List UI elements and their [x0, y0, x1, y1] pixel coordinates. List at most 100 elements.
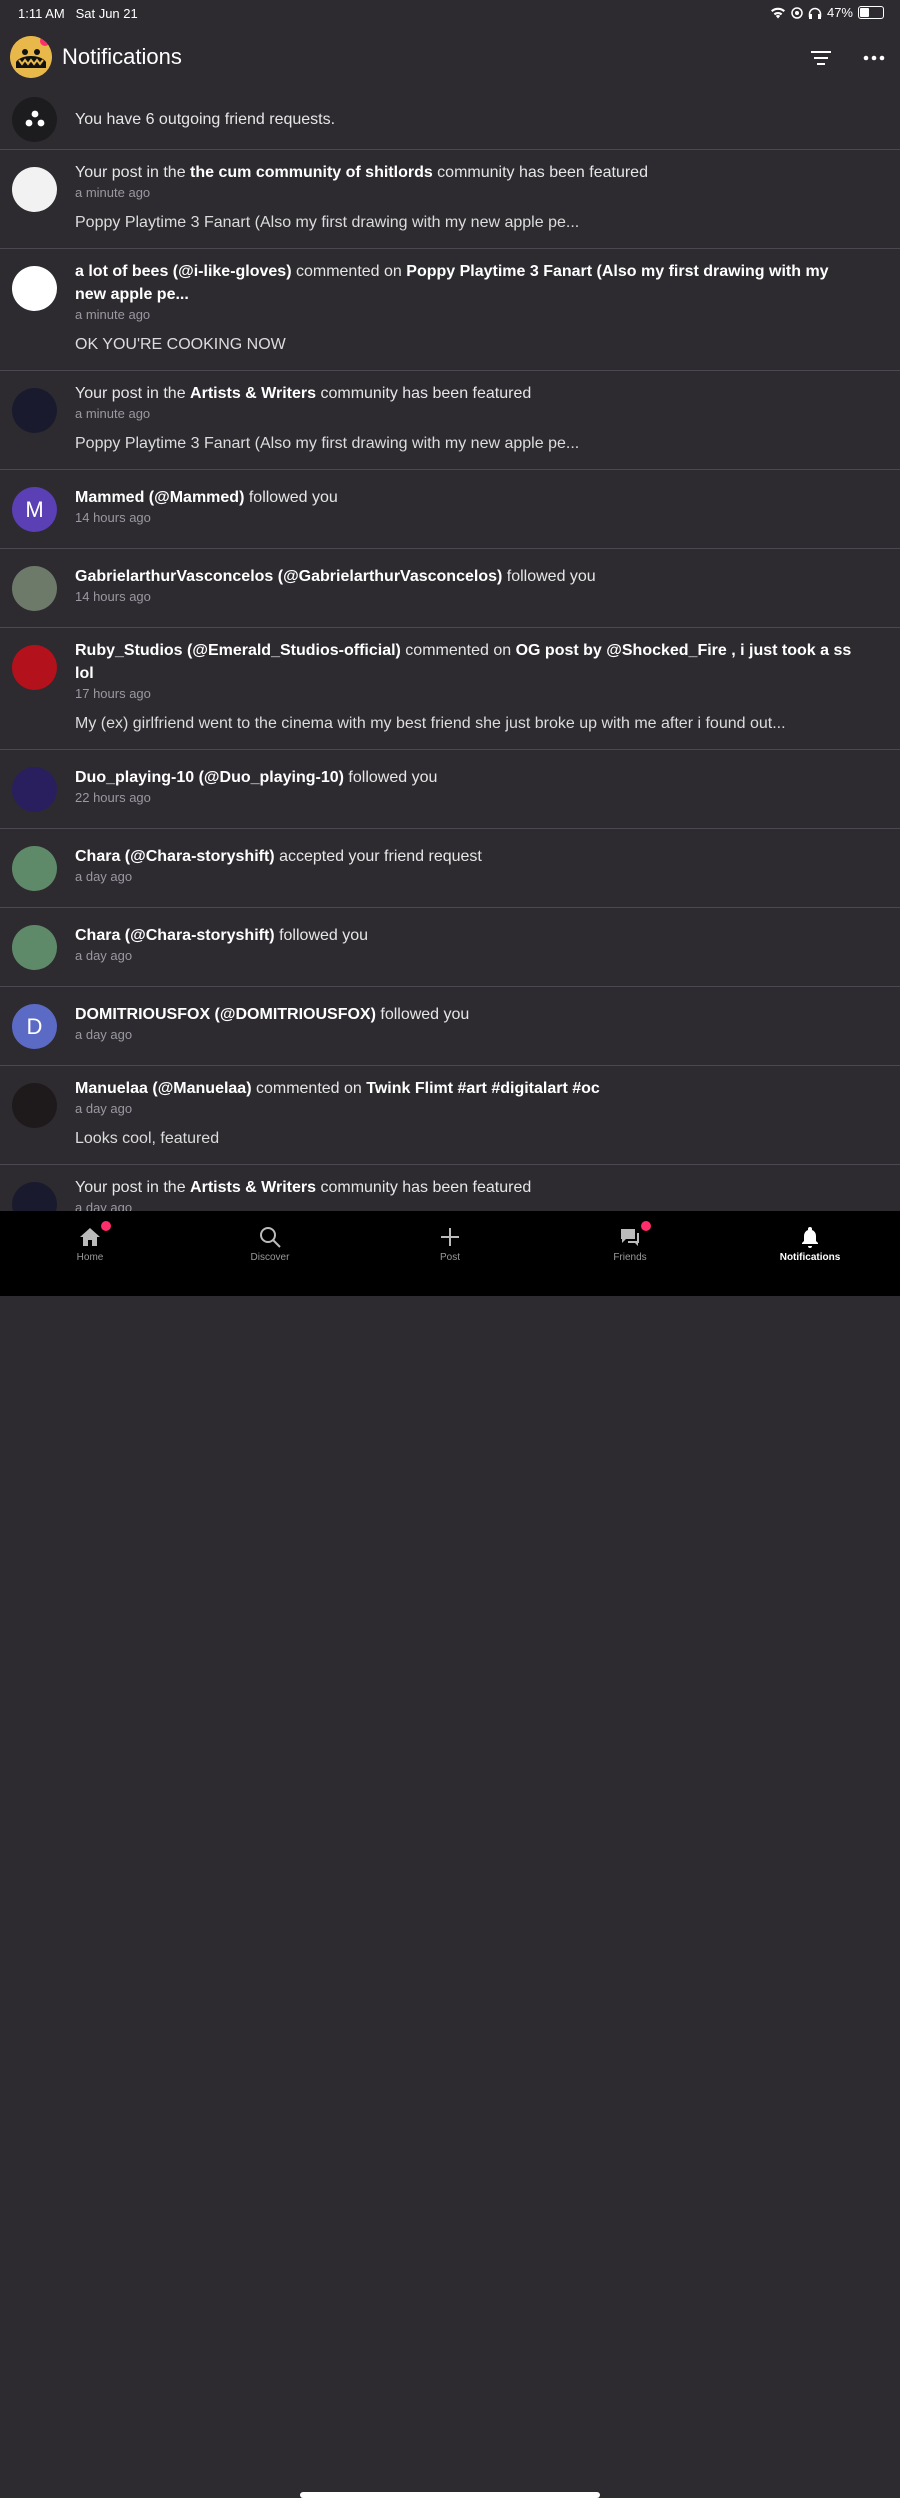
user-avatar[interactable] [12, 167, 57, 212]
user-avatar[interactable] [12, 767, 57, 812]
user-avatar[interactable]: D [12, 1004, 57, 1049]
home-indicator[interactable] [300, 2492, 600, 2498]
action-text: accepted your friend request [274, 848, 482, 865]
tab-post[interactable]: Post [360, 1211, 540, 1271]
text-suffix: community has been featured [316, 385, 532, 402]
avatar-letter: M [25, 496, 44, 522]
timestamp: a day ago [75, 869, 133, 884]
battery-percent: 47% [826, 5, 853, 20]
headphones-icon [808, 7, 822, 19]
chat-bubbles-icon [621, 1229, 639, 1246]
user-name[interactable]: DOMITRIOUSFOX (@DOMITRIOUSFOX) [75, 1006, 376, 1023]
tab-label: Post [439, 1252, 460, 1263]
user-name[interactable]: Ruby_Studios (@Emerald_Studios-official) [75, 642, 401, 659]
preview-text: Poppy Playtime 3 Fanart (Also my first d… [75, 214, 580, 231]
bell-icon [802, 1227, 818, 1248]
notification-item[interactable]: Your post in the Artists & Writers commu… [0, 371, 900, 470]
action-text: commented on [251, 1080, 367, 1097]
post-title[interactable]: Twink Flimt #art #digitalart #oc [366, 1080, 600, 1097]
status-time: 1:11 AM Sat Jun 21 [18, 6, 138, 21]
tab-friends[interactable]: Friends [540, 1211, 720, 1271]
notification-text: Your post in the Artists & Writers commu… [75, 1176, 860, 1199]
plus-icon [441, 1228, 459, 1246]
notification-item[interactable]: Your post in the Artists & Writers commu… [0, 1165, 900, 1211]
text-prefix: Your post in the [75, 1179, 191, 1196]
notification-badge [101, 1221, 111, 1231]
user-avatar[interactable] [12, 566, 57, 611]
action-text: followed you [502, 568, 596, 585]
search-icon [260, 1227, 281, 1248]
avatar-badge [40, 36, 50, 46]
location-icon [791, 6, 803, 19]
user-name[interactable]: Duo_playing-10 (@Duo_playing-10) [75, 769, 344, 786]
tab-home[interactable]: Home [0, 1211, 180, 1271]
timestamp: a day ago [75, 1200, 133, 1211]
more-options-icon[interactable] [860, 46, 888, 70]
notification-text: Chara (@Chara-storyshift) followed you [75, 924, 860, 947]
user-name[interactable]: Mammed (@Mammed) [75, 489, 244, 506]
user-avatar[interactable] [12, 846, 57, 891]
user-avatar[interactable] [12, 645, 57, 690]
tab-discover[interactable]: Discover [180, 1211, 360, 1271]
user-name[interactable]: a lot of bees (@i-like-gloves) [75, 263, 292, 280]
notification-item[interactable]: Your post in the the cum community of sh… [0, 150, 900, 249]
timestamp: 14 hours ago [75, 589, 151, 604]
notification-item[interactable]: Ruby_Studios (@Emerald_Studios-official)… [0, 628, 900, 750]
preview-text: OK YOU'RE COOKING NOW [75, 336, 286, 353]
notification-badge [641, 1221, 651, 1231]
notification-item[interactable]: GabrielarthurVasconcelos (@Gabrielarthur… [0, 549, 900, 628]
user-avatar[interactable] [12, 925, 57, 970]
outgoing-requests-row[interactable]: You have 6 outgoing friend requests. [0, 88, 900, 150]
tab-notifications[interactable]: Notifications [720, 1211, 900, 1271]
notification-text: Your post in the the cum community of sh… [75, 161, 860, 184]
tab-label: Discover [250, 1252, 290, 1263]
community-name[interactable]: the cum community of shitlords [190, 164, 433, 181]
preview-text: Poppy Playtime 3 Fanart (Also my first d… [75, 435, 580, 452]
timestamp: a minute ago [75, 185, 151, 200]
notification-text: a lot of bees (@i-like-gloves) commented… [75, 260, 860, 306]
filter-icon[interactable] [807, 46, 835, 70]
tab-label: Friends [613, 1252, 647, 1263]
user-avatar[interactable] [12, 388, 57, 433]
action-text: followed you [375, 1006, 470, 1023]
notification-item[interactable]: D DOMITRIOUSFOX (@DOMITRIOUSFOX) followed… [0, 987, 900, 1066]
user-name[interactable]: Manuelaa (@Manuelaa) [75, 1080, 252, 1097]
home-icon [80, 1228, 100, 1246]
notification-item[interactable]: Duo_playing-10 (@Duo_playing-10) followe… [0, 750, 900, 829]
action-text: followed you [343, 769, 438, 786]
people-icon [12, 97, 57, 142]
outgoing-requests-text: You have 6 outgoing friend requests. [75, 111, 336, 128]
notification-item[interactable]: Chara (@Chara-storyshift) followed you a … [0, 908, 900, 987]
notification-text: GabrielarthurVasconcelos (@Gabrielarthur… [75, 565, 860, 588]
community-name[interactable]: Artists & Writers [190, 385, 316, 402]
notification-text: DOMITRIOUSFOX (@DOMITRIOUSFOX) followed … [75, 1003, 860, 1026]
timestamp: 22 hours ago [75, 790, 151, 805]
notification-item[interactable]: Chara (@Chara-storyshift) accepted your … [0, 829, 900, 908]
text-prefix: Your post in the [75, 164, 191, 181]
action-text: commented on [291, 263, 407, 280]
user-avatar[interactable]: M [12, 487, 57, 532]
community-avatar[interactable] [10, 36, 52, 78]
notification-text: Manuelaa (@Manuelaa) commented on Twink … [75, 1077, 860, 1100]
notification-item[interactable]: Manuelaa (@Manuelaa) commented on Twink … [0, 1066, 900, 1165]
user-name[interactable]: GabrielarthurVasconcelos (@Gabrielarthur… [75, 568, 502, 585]
user-avatar[interactable] [12, 1083, 57, 1128]
preview-text: Looks cool, featured [75, 1130, 220, 1147]
timestamp: a day ago [75, 948, 133, 963]
user-avatar[interactable] [12, 1182, 57, 1211]
timestamp: 14 hours ago [75, 510, 151, 525]
status-right: 47% [770, 5, 884, 20]
notification-list[interactable]: You have 6 outgoing friend requests. You… [0, 88, 900, 1211]
user-name[interactable]: Chara (@Chara-storyshift) [75, 927, 275, 944]
action-text: followed you [274, 927, 369, 944]
user-avatar[interactable] [12, 266, 57, 311]
notification-item[interactable]: M Mammed (@Mammed) followed you 14 hours a… [0, 470, 900, 549]
avatar-letter: D [26, 1013, 43, 1039]
tab-label: Home [76, 1252, 104, 1263]
timestamp: a minute ago [75, 307, 151, 322]
timestamp: 17 hours ago [75, 686, 151, 701]
page-title: Notifications [62, 44, 182, 69]
notification-item[interactable]: a lot of bees (@i-like-gloves) commented… [0, 249, 900, 371]
user-name[interactable]: Chara (@Chara-storyshift) [75, 848, 275, 865]
community-name[interactable]: Artists & Writers [190, 1179, 316, 1196]
